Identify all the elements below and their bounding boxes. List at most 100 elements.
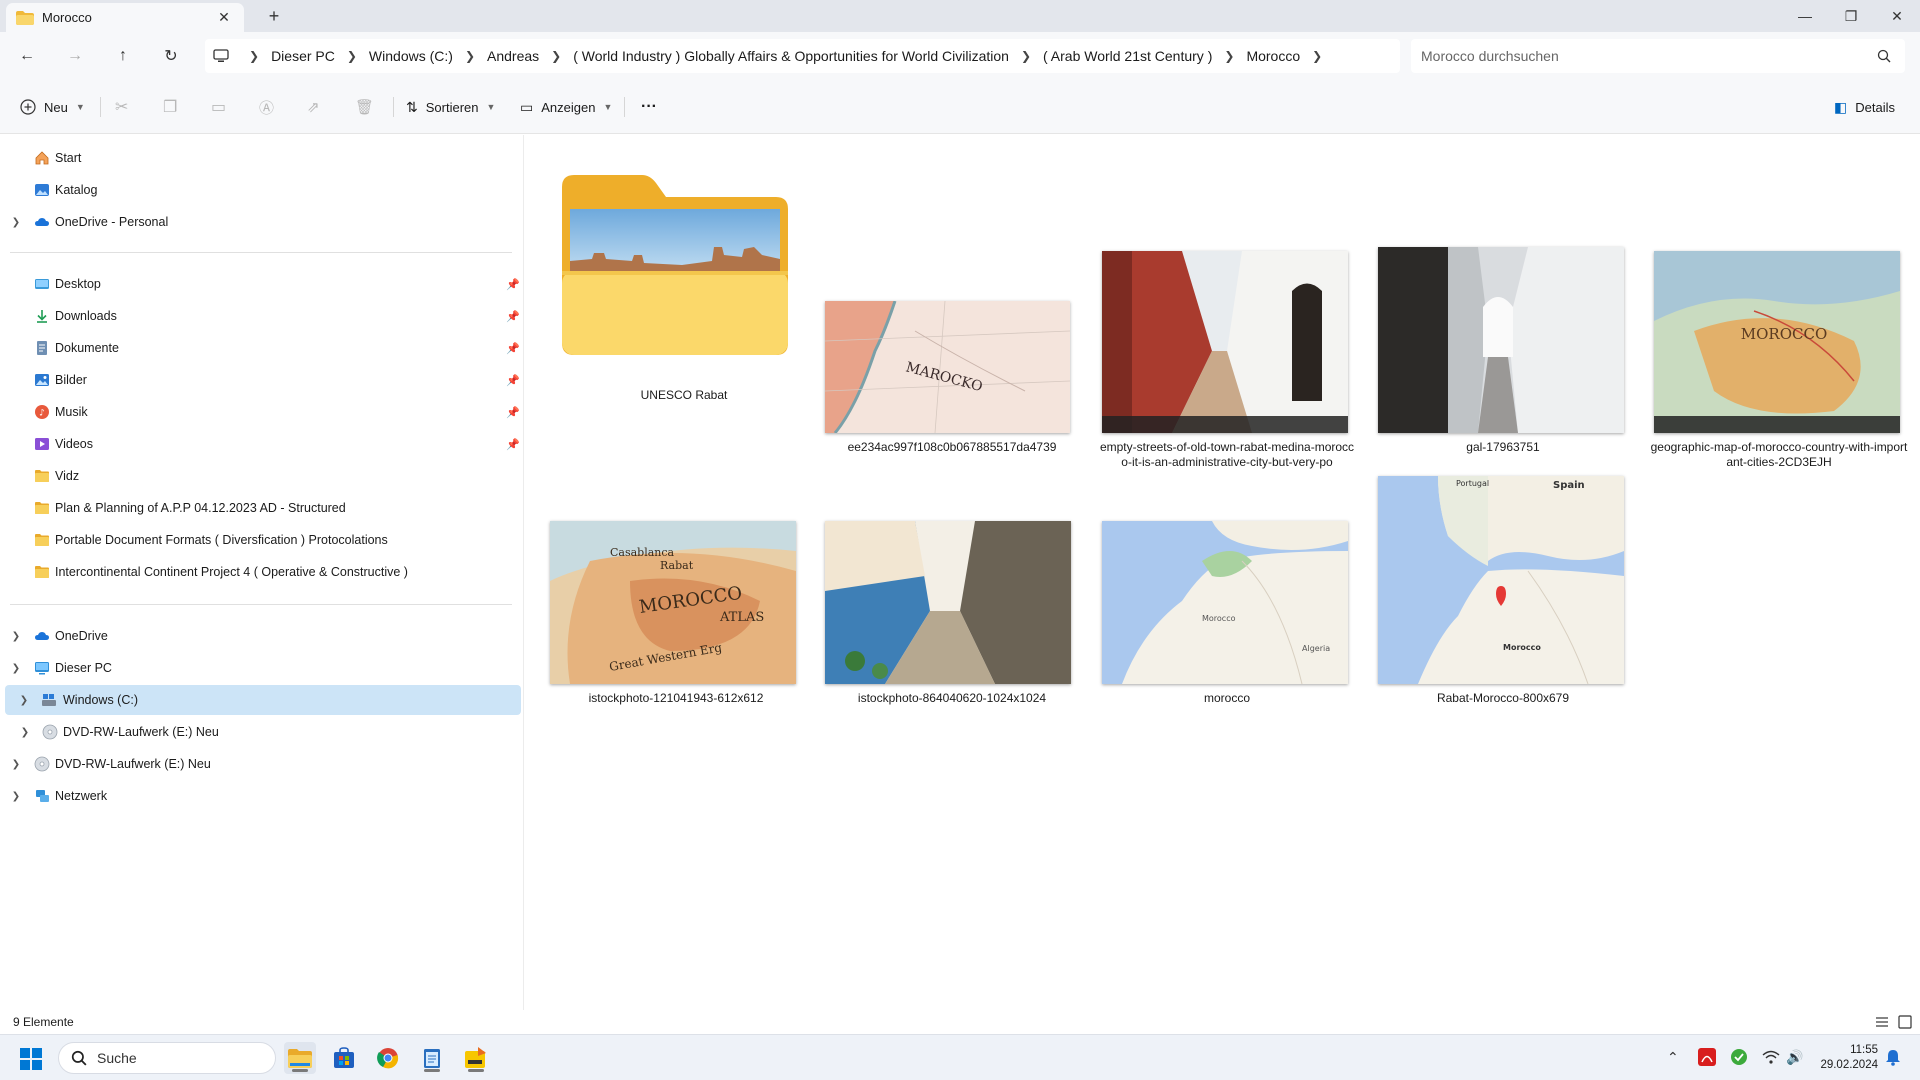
divider [100,97,101,117]
chevron-right-icon[interactable]: ❯ [17,695,31,706]
details-view-icon[interactable] [1874,1014,1890,1030]
taskbar-search[interactable]: Suche [58,1042,276,1074]
breadcrumb-andreas[interactable]: Andreas [487,48,539,64]
close-tab-icon[interactable]: ✕ [214,9,234,26]
new-tab-button[interactable]: + [262,5,286,29]
sort-button[interactable]: ⇅ Sortieren ▼ [406,92,495,122]
home-icon [35,151,49,165]
sidebar-item-onedrive[interactable]: ❯ OneDrive [0,621,520,651]
refresh-icon[interactable]: ↻ [158,43,184,69]
chevron-right-icon[interactable]: ❯ [347,49,357,63]
paste-button[interactable]: ▭ [211,92,226,122]
pin-icon[interactable]: 📌 [506,406,520,419]
chevron-down-icon[interactable]: ❯ [9,663,23,674]
image-thumbnail [1102,251,1348,433]
chevron-right-icon[interactable]: ❯ [1224,49,1234,63]
security-icon[interactable] [1730,1048,1748,1066]
pin-icon[interactable]: 📌 [506,438,520,451]
sidebar-item-plan[interactable]: Plan & Planning of A.P.P 04.12.2023 AD -… [0,493,520,523]
copy-button[interactable]: ❐ [163,92,177,122]
chevron-right-icon[interactable]: ❯ [9,217,23,228]
sidebar-item-intercontinental[interactable]: Intercontinental Continent Project 4 ( O… [0,557,520,587]
sidebar-item-netzwerk[interactable]: ❯ Netzwerk [0,781,520,811]
chevron-right-icon[interactable]: ❯ [465,49,475,63]
search-box[interactable] [1411,39,1905,73]
notification-bell-icon[interactable] [1884,1048,1902,1066]
sidebar-item-desktop[interactable]: Desktop 📌 [0,269,520,299]
back-arrow-icon[interactable]: ← [14,43,40,69]
sidebar-item-onedrive-personal[interactable]: ❯ OneDrive - Personal [0,207,520,237]
sidebar-item-downloads[interactable]: Downloads 📌 [0,301,520,331]
pin-icon[interactable]: 📌 [506,278,520,291]
chevron-right-icon[interactable]: ❯ [551,49,561,63]
sidebar-item-dvd-drive[interactable]: ❯ DVD-RW-Laufwerk (E:) Neu [0,717,520,747]
breadcrumb-morocco[interactable]: Morocco [1246,48,1300,64]
folder-icon [35,566,49,578]
tab-morocco[interactable]: Morocco ✕ [6,3,244,32]
folder-icon [16,10,34,25]
new-button[interactable]: Neu ▼ [20,92,85,122]
taskbar-clock[interactable]: 11:55 29.02.2024 [1820,1043,1878,1073]
computer-icon [213,49,229,62]
taskbar-media-player[interactable] [460,1042,492,1074]
share-button[interactable]: ⇗ [307,92,320,122]
sidebar-item-label: Katalog [55,183,98,197]
sidebar-item-videos[interactable]: Videos 📌 [0,429,520,459]
search-icon[interactable] [1877,49,1891,63]
sidebar-item-katalog[interactable]: Katalog [0,175,520,205]
sidebar-item-dvd-drive[interactable]: ❯ DVD-RW-Laufwerk (E:) Neu [0,749,520,779]
sidebar-item-bilder[interactable]: Bilder 📌 [0,365,520,395]
volume-icon[interactable]: 🔊 [1786,1049,1803,1066]
large-icons-view-icon[interactable] [1897,1014,1913,1030]
image-thumbnail [825,521,1071,684]
windows-start-icon[interactable] [20,1048,42,1070]
chevron-right-icon[interactable]: ❯ [18,727,32,738]
close-window-icon[interactable]: ✕ [1874,0,1920,32]
sidebar-item-portable-document-formats[interactable]: Portable Document Formats ( Diversficati… [0,525,520,555]
sidebar-item-windows-c[interactable]: ❯ Windows (C:) [5,685,521,715]
sidebar-item-label: Portable Document Formats ( Diversficati… [55,533,388,547]
chevron-right-icon[interactable]: ❯ [9,759,23,770]
delete-button[interactable]: 🗑 [355,92,374,122]
acrobat-icon[interactable] [1698,1048,1716,1066]
up-arrow-icon[interactable]: ↑ [110,43,136,69]
breadcrumb-world-industry[interactable]: ( World Industry ) Globally Affairs & Op… [573,48,1009,64]
wifi-icon[interactable] [1762,1049,1780,1065]
sidebar-item-dokumente[interactable]: Dokumente 📌 [0,333,520,363]
breadcrumb-dieser-pc[interactable]: Dieser PC [271,48,335,64]
cut-button[interactable]: ✂ [115,92,128,122]
file-item-folder[interactable]: UNESCO Rabat [554,175,814,402]
chevron-right-icon[interactable]: ❯ [1021,49,1031,63]
pin-icon[interactable]: 📌 [506,310,520,323]
sidebar-item-start[interactable]: Start [0,143,520,173]
sidebar-item-musik[interactable]: ♪ Musik 📌 [0,397,520,427]
taskbar-store[interactable] [328,1042,360,1074]
search-input[interactable] [1421,48,1877,64]
pin-icon[interactable]: 📌 [506,374,520,387]
view-button[interactable]: ▭ Anzeigen ▼ [520,92,612,122]
rename-button[interactable]: Ⓐ [259,92,274,122]
taskbar-file-explorer[interactable] [284,1042,316,1074]
copy-icon: ❐ [163,99,178,116]
details-label: Details [1855,99,1895,115]
chevron-right-icon[interactable]: ❯ [9,791,23,802]
disc-icon [34,756,50,772]
active-indicator [468,1069,484,1072]
taskbar-chrome[interactable] [372,1042,404,1074]
chevron-right-icon[interactable]: ❯ [9,631,23,642]
minimize-icon[interactable]: — [1782,0,1828,32]
breadcrumb-arab-world[interactable]: ( Arab World 21st Century ) [1043,48,1212,64]
sidebar-item-vidz[interactable]: Vidz [0,461,520,491]
forward-arrow-icon[interactable]: → [62,43,88,69]
maximize-icon[interactable]: ❐ [1828,0,1874,32]
chevron-right-icon[interactable]: ❯ [1312,49,1322,63]
chevron-up-icon[interactable]: ⌃ [1667,1049,1679,1066]
pane-divider[interactable] [523,135,524,1010]
address-bar[interactable]: ❯ Dieser PC ❯ Windows (C:) ❯ Andreas ❯ (… [205,39,1400,73]
details-button[interactable]: ◧ Details [1834,92,1895,122]
breadcrumb-windows-c[interactable]: Windows (C:) [369,48,453,64]
sidebar-item-dieser-pc[interactable]: ❯ Dieser PC [0,653,520,683]
taskbar-notepad[interactable] [416,1042,448,1074]
pin-icon[interactable]: 📌 [506,342,520,355]
more-options-button[interactable]: ··· [641,92,657,122]
